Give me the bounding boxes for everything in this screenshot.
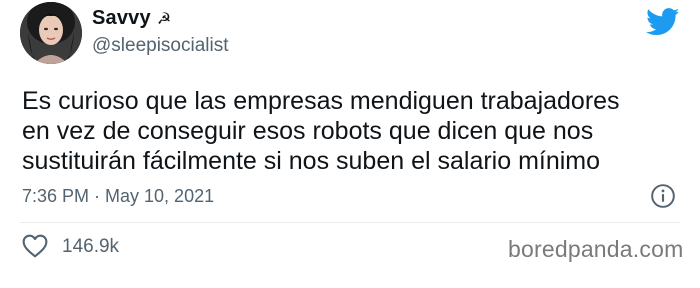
like-count: 146.9k [62,236,120,257]
display-name[interactable]: Savvy ☭ [92,7,171,30]
heart-icon[interactable] [22,234,48,258]
tweet-timestamp[interactable]: 7:36 PM · May 10, 2021 [22,186,214,207]
tweet-card: Savvy ☭ @sleepisocialist Es curioso que … [0,0,700,288]
avatar[interactable] [20,2,82,64]
watermark: boredpanda.com [508,236,684,262]
tweet-text: Es curioso que las empresas mendiguen tr… [22,87,620,175]
user-handle[interactable]: @sleepisocialist [92,35,229,57]
display-name-text[interactable]: Savvy [92,7,151,30]
divider [20,222,680,223]
hammer-sickle-emoji: ☭ [156,9,172,28]
twitter-bird-icon[interactable] [646,8,680,36]
info-icon[interactable] [650,183,676,209]
